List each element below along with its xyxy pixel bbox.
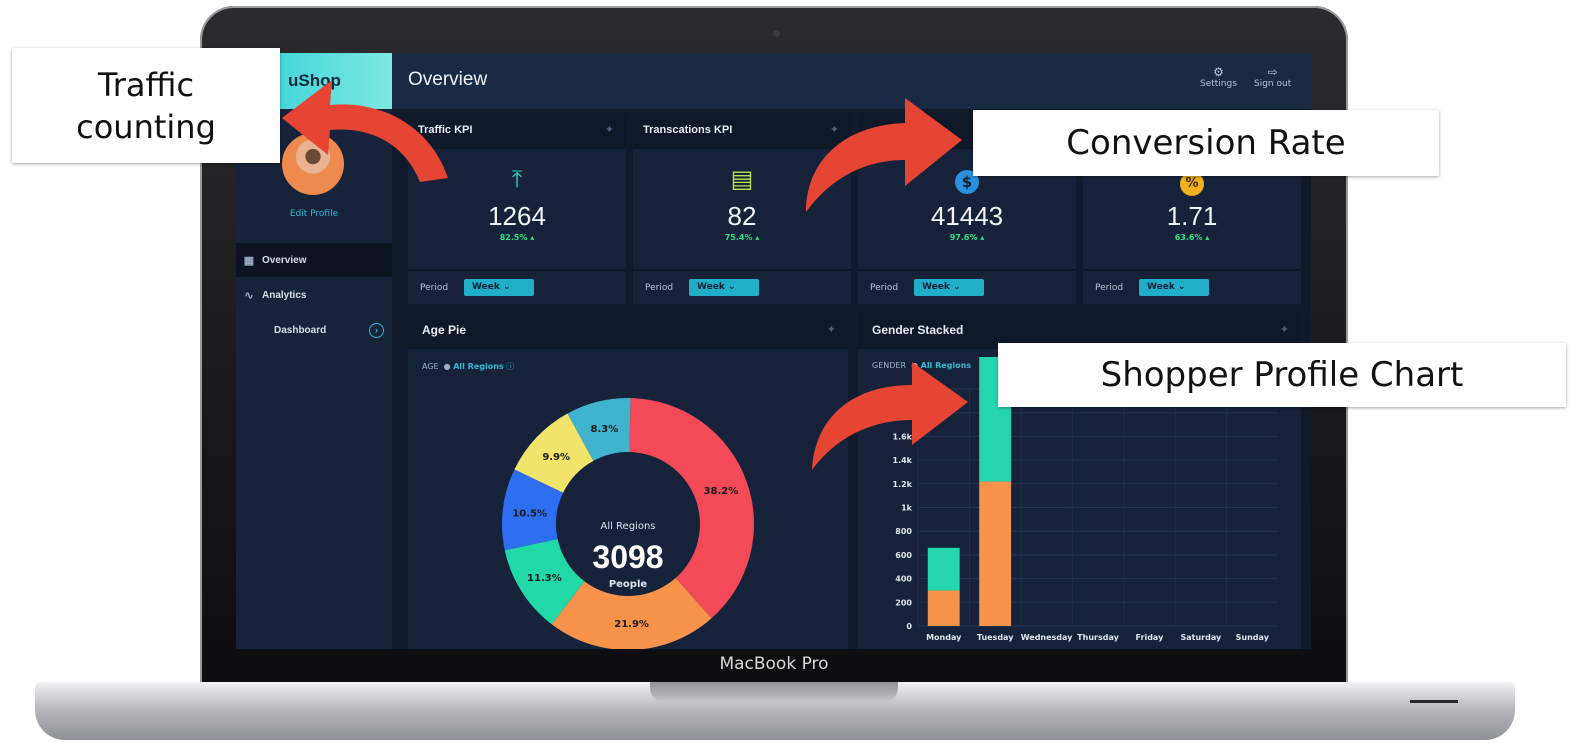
- kpi-footer: Period Week ⌄: [858, 269, 1076, 306]
- callout-shopper-profile-chart: Shopper Profile Chart: [998, 343, 1566, 407]
- x-tick-label: Friday: [1136, 633, 1165, 642]
- kpi-footer: Period Week ⌄: [633, 269, 851, 306]
- kpi-title: Traffic KPI: [418, 124, 473, 136]
- y-tick-label: 200: [895, 598, 912, 607]
- age-pie-panel: Age Pie ✦ AGE ● All Regions ⓘ 38.2% 21.9%…: [408, 311, 848, 649]
- kpi-header: Transcations KPI ✦: [633, 113, 851, 149]
- y-tick-label: 1.8k: [893, 409, 913, 418]
- x-tick-label: Saturday: [1180, 633, 1222, 642]
- pie-slice-label: 21.9%: [614, 619, 649, 630]
- base-indicator: [1410, 700, 1458, 703]
- sidebar-item-overview[interactable]: ▦ Overview: [236, 243, 392, 277]
- sidebar-item-analytics[interactable]: ∿ Analytics: [236, 278, 392, 312]
- avatar[interactable]: [282, 133, 344, 195]
- kpi-header: Traffic KPI ✦: [408, 113, 626, 149]
- laptop-notch: [650, 682, 898, 702]
- pie-slice-label: 38.2%: [704, 486, 739, 497]
- period-label: Period: [1095, 283, 1124, 293]
- kpi-title: Transcations KPI: [643, 124, 733, 136]
- gear-icon: ⚙: [1213, 65, 1224, 79]
- edit-profile-link[interactable]: Edit Profile: [236, 209, 392, 219]
- kpi-delta: 63.6% ▴: [1174, 233, 1210, 242]
- y-tick-label: 2k: [901, 385, 913, 394]
- period-value: Week: [697, 282, 725, 292]
- kpi-card-transactions: Transcations KPI ✦ ▤ 82 75.4% ▴ Period W…: [633, 113, 851, 304]
- pie-slice-label: 11.3%: [527, 573, 562, 584]
- y-tick-label: 600: [895, 551, 912, 560]
- kpi-delta: 97.6% ▴: [949, 233, 985, 242]
- pin-icon[interactable]: ✦: [605, 123, 614, 136]
- kpi-value: 82: [727, 201, 757, 231]
- y-tick-label: 1k: [901, 504, 913, 513]
- callout-line1: Traffic: [97, 66, 195, 104]
- y-tick-label: 0: [906, 622, 912, 631]
- x-tick-label: Wednesday: [1021, 633, 1073, 642]
- period-label: Period: [420, 283, 449, 293]
- age-donut-chart: 38.2% 21.9% 11.3% 10.5% 9.9% 8.3%: [502, 398, 755, 649]
- period-label: Period: [645, 283, 674, 293]
- panel-title: Age Pie: [422, 323, 467, 337]
- grid-icon: ▦: [243, 254, 255, 267]
- header: Overview ⚙ Settings ⇨ Sign out: [392, 53, 1311, 109]
- device-label: MacBook Pro: [719, 654, 829, 674]
- trend-icon: ∿: [244, 289, 254, 302]
- y-tick-label: 1.6k: [893, 432, 913, 441]
- pie-slice-label: 8.3%: [591, 424, 619, 435]
- bar-segment[interactable]: [979, 481, 1012, 626]
- x-tick-label: Sunday: [1236, 633, 1270, 642]
- period-select[interactable]: Week ⌄: [464, 279, 534, 296]
- sign-out-label: Sign out: [1254, 79, 1292, 89]
- logo-text: uShop: [288, 71, 341, 90]
- period-label: Period: [870, 283, 899, 293]
- pie-slice-label: 9.9%: [542, 452, 570, 463]
- sidebar-item-dashboard[interactable]: Dashboard ›: [236, 313, 392, 347]
- period-value: Week: [1147, 282, 1175, 292]
- y-tick-label: 800: [895, 527, 912, 536]
- kpi-card-traffic: Traffic KPI ✦ ⤒ 1264 82.5% ▴ Period Week…: [408, 113, 626, 304]
- y-tick-label: 1.4k: [893, 456, 913, 465]
- pin-icon[interactable]: ✦: [830, 123, 839, 136]
- period-select[interactable]: Week ⌄: [914, 279, 984, 296]
- page-title: Overview: [408, 69, 488, 90]
- callout-traffic-counting: Traffic counting: [12, 48, 280, 163]
- settings-label: Settings: [1200, 79, 1237, 89]
- x-tick-label: Monday: [926, 633, 962, 642]
- sidebar-item-label: Analytics: [262, 289, 307, 301]
- x-tick-label: Tuesday: [977, 633, 1014, 642]
- kpi-footer: Period Week ⌄: [1083, 269, 1301, 306]
- panel-header: Age Pie ✦: [408, 311, 848, 349]
- settings-button[interactable]: ⚙ Settings: [1200, 65, 1237, 89]
- pie-slice[interactable]: [629, 398, 755, 619]
- sign-out-icon: ⇨: [1267, 65, 1278, 79]
- callout-line2: counting: [76, 108, 216, 146]
- webcam: [773, 30, 780, 37]
- bar-segment[interactable]: [927, 547, 960, 591]
- kpi-value: 41443: [930, 201, 1004, 231]
- kpi-value: 1.71: [1166, 201, 1218, 231]
- bar-segment[interactable]: [927, 590, 960, 626]
- period-value: Week: [922, 282, 950, 292]
- period-select[interactable]: Week ⌄: [1139, 279, 1209, 296]
- y-tick-label: 400: [895, 575, 912, 584]
- traffic-icon: ⤒: [511, 165, 523, 193]
- pie-slice-label: 10.5%: [512, 508, 547, 519]
- kpi-delta: 82.5% ▴: [499, 233, 535, 242]
- kpi-delta: 75.4% ▴: [724, 233, 760, 242]
- period-value: Week: [472, 282, 500, 292]
- sidebar-item-label: Dashboard: [274, 324, 327, 336]
- callout-conversion-rate: Conversion Rate: [973, 110, 1439, 176]
- sign-out-button[interactable]: ⇨ Sign out: [1254, 65, 1291, 89]
- pin-icon[interactable]: ✦: [827, 323, 836, 336]
- y-tick-label: 1.2k: [893, 480, 913, 489]
- x-tick-label: Thursday: [1077, 633, 1119, 642]
- kpi-value: 1264: [488, 201, 546, 231]
- period-select[interactable]: Week ⌄: [689, 279, 759, 296]
- register-icon: ▤: [730, 165, 754, 193]
- expand-icon[interactable]: ›: [369, 323, 384, 338]
- sidebar-item-label: Overview: [262, 254, 307, 266]
- kpi-footer: Period Week ⌄: [408, 269, 626, 306]
